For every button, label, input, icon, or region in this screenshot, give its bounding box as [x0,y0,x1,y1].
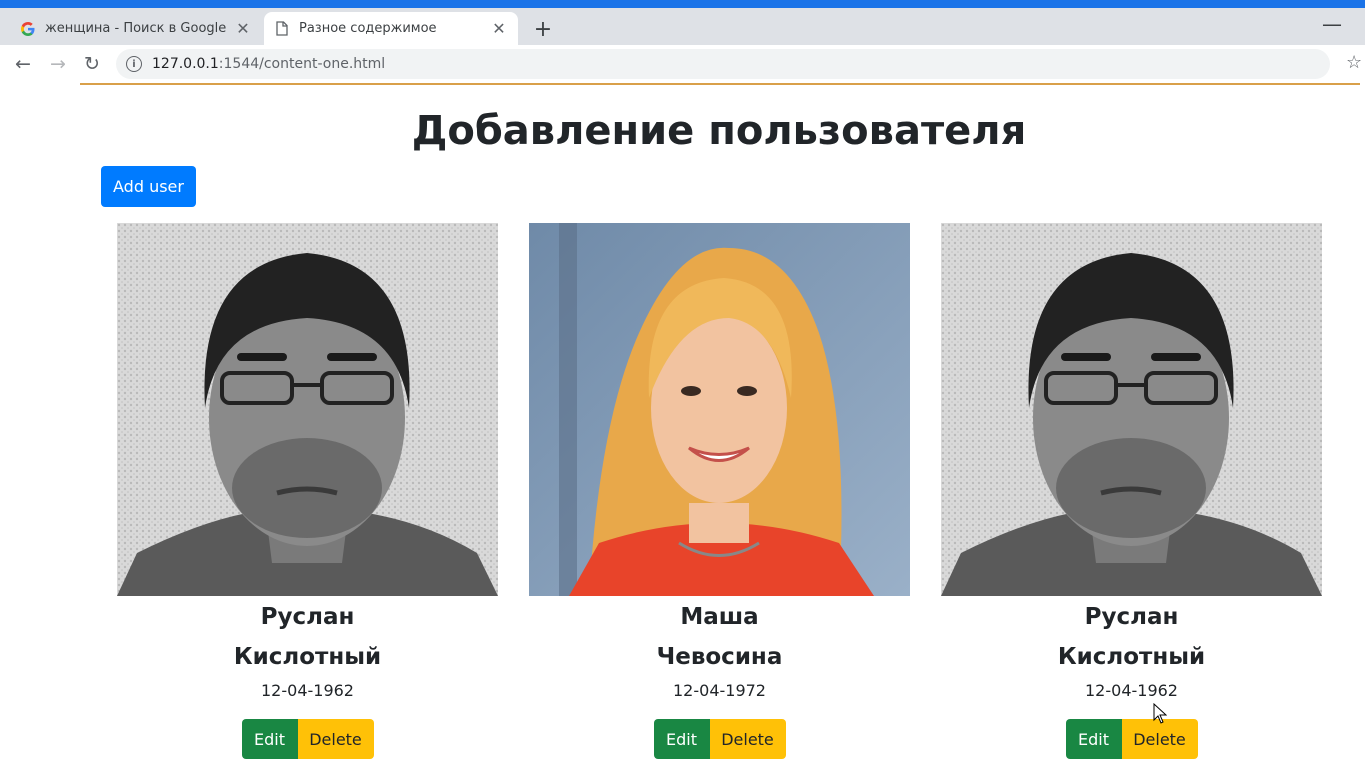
user-card: Руслан Кислотный 12-04-1962 Edit Delete [117,223,498,759]
page-top-border [80,83,1360,85]
user-last-name: Кислотный [233,644,382,670]
delete-button[interactable]: Delete [709,719,786,759]
tab-title: Разное содержимое [299,21,437,36]
google-icon [20,21,36,37]
tab-content-one[interactable]: Разное содержимое ✕ [264,12,518,45]
bookmark-star-icon[interactable]: ☆ [1346,52,1362,73]
user-birth-date: 12-04-1972 [673,681,766,700]
edit-button[interactable]: Edit [1065,719,1122,759]
user-last-name: Чевосина [656,644,783,670]
minimize-icon[interactable]: — [1322,12,1342,36]
browser-toolbar: ← → ↻ i 127.0.0.1:1544/content-one.html … [0,45,1365,83]
address-bar[interactable]: i 127.0.0.1:1544/content-one.html [116,49,1330,79]
add-user-button[interactable]: Add user [101,166,196,207]
user-last-name: Кислотный [1057,644,1206,670]
card-actions: Edit Delete [529,719,910,759]
reload-icon[interactable]: ↻ [80,52,104,76]
user-card: Маша Чевосина 12-04-1972 Edit Delete [529,223,910,759]
forward-arrow-icon[interactable]: → [46,52,70,76]
back-arrow-icon[interactable]: ← [11,52,35,76]
user-photo [941,223,1322,596]
url-path: :1544/content-one.html [218,56,386,72]
user-photo [529,223,910,596]
user-photo [117,223,498,596]
user-first-name: Маша [680,604,759,630]
card-actions: Edit Delete [117,719,498,759]
user-first-name: Руслан [1084,604,1179,630]
edit-button[interactable]: Edit [653,719,710,759]
tab-close-icon[interactable]: ✕ [490,19,508,38]
user-card: Руслан Кислотный 12-04-1962 Edit Delete [941,223,1322,759]
tab-bar: женщина - Поиск в Google ✕ Разное содерж… [0,8,1365,45]
page-icon [274,21,290,37]
delete-button[interactable]: Delete [297,719,374,759]
user-birth-date: 12-04-1962 [1085,681,1178,700]
tab-close-icon[interactable]: ✕ [234,19,252,38]
tab-google-search[interactable]: женщина - Поиск в Google ✕ [10,12,262,45]
url-host: 127.0.0.1 [152,56,219,72]
user-birth-date: 12-04-1962 [261,681,354,700]
delete-button[interactable]: Delete [1121,719,1198,759]
edit-button[interactable]: Edit [241,719,298,759]
tab-title: женщина - Поиск в Google [45,21,227,36]
info-icon[interactable]: i [126,56,142,72]
card-actions: Edit Delete [941,719,1322,759]
user-first-name: Руслан [260,604,355,630]
window-top-strip [0,0,1365,8]
page-title: Добавление пользователя [411,108,1027,154]
new-tab-icon[interactable]: + [532,17,554,42]
mouse-cursor-icon [1153,703,1167,724]
